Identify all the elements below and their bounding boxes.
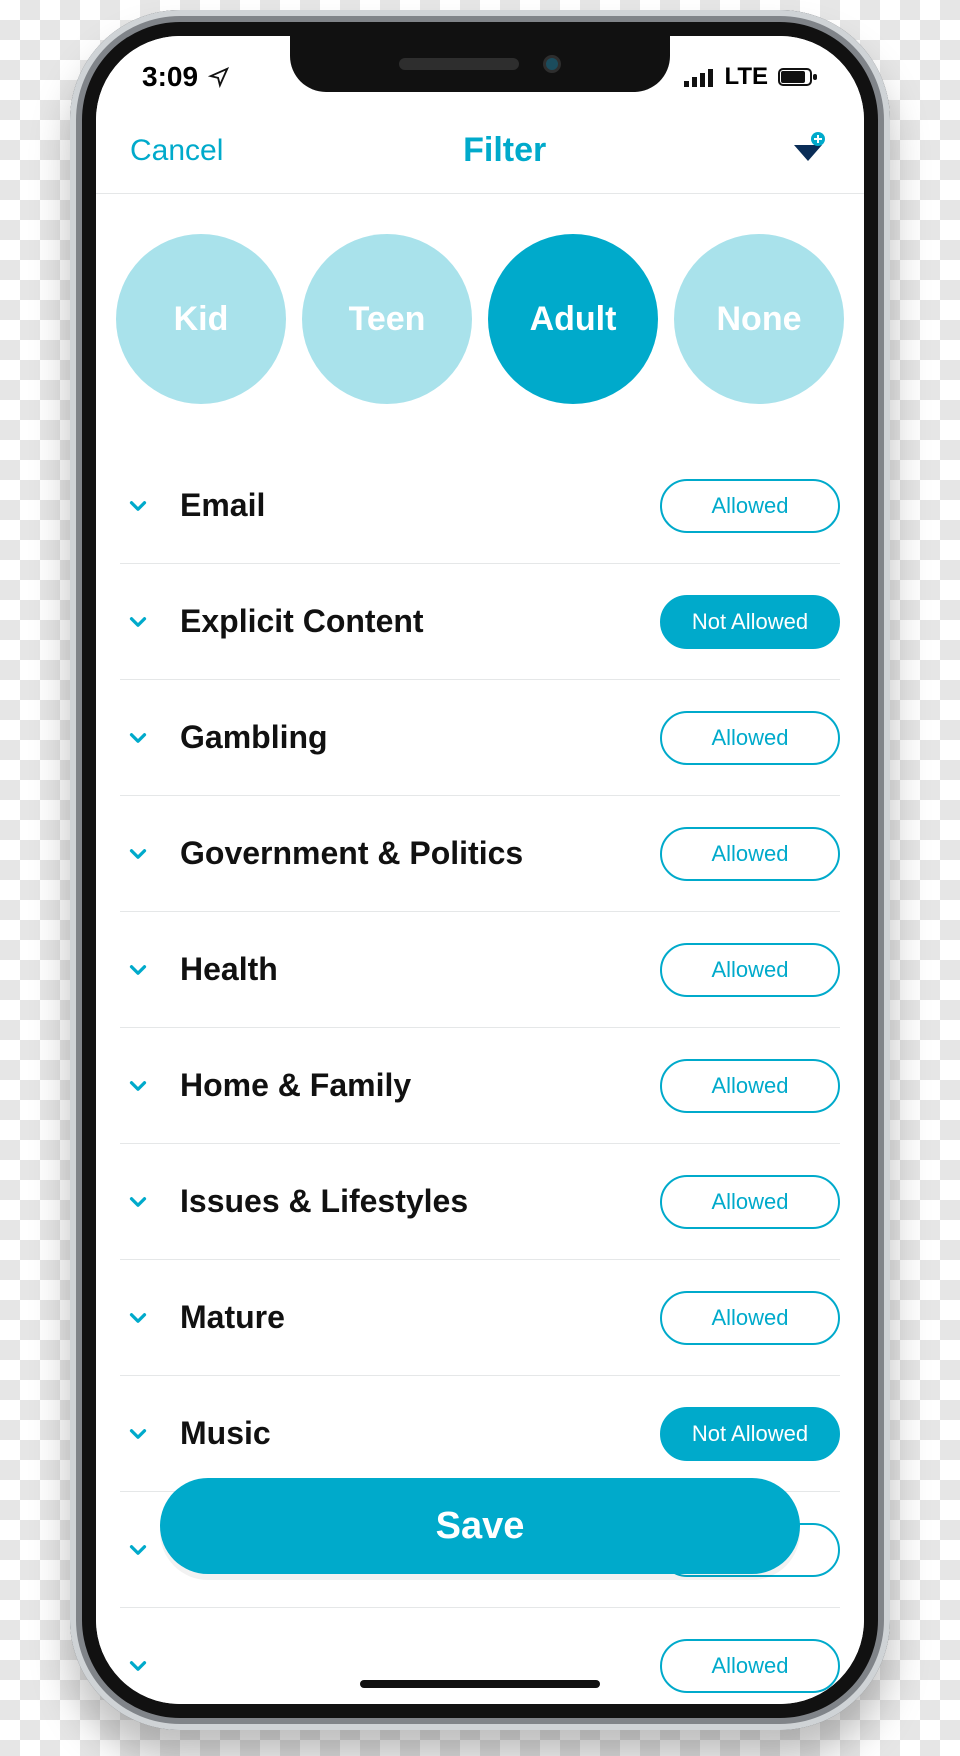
profile-chip-teen[interactable]: Teen: [302, 234, 472, 404]
category-label: Mature: [180, 1299, 636, 1336]
notch: [290, 36, 670, 92]
category-row-music: Music Not Allowed: [120, 1376, 840, 1492]
chevron-down-icon[interactable]: [120, 1421, 156, 1447]
category-label: Explicit Content: [180, 603, 636, 640]
chevron-down-icon[interactable]: [120, 1653, 156, 1679]
allowed-pill[interactable]: Allowed: [660, 1639, 840, 1693]
chevron-down-icon[interactable]: [120, 841, 156, 867]
clock: 3:09: [142, 61, 198, 93]
not-allowed-pill[interactable]: Not Allowed: [660, 1407, 840, 1461]
chevron-down-icon[interactable]: [120, 1305, 156, 1331]
category-row-row-10: Allowed: [120, 1608, 840, 1704]
allowed-pill[interactable]: Allowed: [660, 479, 840, 533]
phone-frame: 3:09 LTE: [70, 10, 890, 1730]
category-row-mature: Mature Allowed: [120, 1260, 840, 1376]
category-label: Issues & Lifestyles: [180, 1183, 636, 1220]
category-label: Government & Politics: [180, 835, 636, 872]
screen: 3:09 LTE: [96, 36, 864, 1704]
not-allowed-pill[interactable]: Not Allowed: [660, 595, 840, 649]
profile-chip-adult[interactable]: Adult: [488, 234, 658, 404]
allowed-pill[interactable]: Allowed: [660, 711, 840, 765]
nav-bar: Cancel Filter: [96, 108, 864, 194]
category-row-government-politics: Government & Politics Allowed: [120, 796, 840, 912]
allowed-pill[interactable]: Allowed: [660, 943, 840, 997]
allowed-pill[interactable]: Allowed: [660, 1175, 840, 1229]
location-icon: [208, 66, 230, 88]
chevron-down-icon[interactable]: [120, 1537, 156, 1563]
category-label: Music: [180, 1415, 636, 1452]
network-label: LTE: [724, 63, 768, 91]
cancel-button[interactable]: Cancel: [130, 134, 223, 168]
signal-icon: [684, 67, 714, 87]
add-filter-icon[interactable]: [786, 129, 830, 173]
chevron-down-icon[interactable]: [120, 725, 156, 751]
battery-icon: [778, 67, 818, 87]
allowed-pill[interactable]: Allowed: [660, 1059, 840, 1113]
category-label: Home & Family: [180, 1067, 636, 1104]
category-label: Email: [180, 487, 636, 524]
front-camera: [543, 55, 561, 73]
profile-chip-none[interactable]: None: [674, 234, 844, 404]
category-row-gambling: Gambling Allowed: [120, 680, 840, 796]
allowed-pill[interactable]: Allowed: [660, 1291, 840, 1345]
save-button[interactable]: Save: [160, 1478, 800, 1574]
profile-chip-kid[interactable]: Kid: [116, 234, 286, 404]
chevron-down-icon[interactable]: [120, 493, 156, 519]
category-label: Gambling: [180, 719, 636, 756]
page-title: Filter: [463, 131, 546, 170]
speaker-grille: [399, 58, 519, 70]
chevron-down-icon[interactable]: [120, 1189, 156, 1215]
chevron-down-icon[interactable]: [120, 609, 156, 635]
category-label: Health: [180, 951, 636, 988]
category-row-email: Email Allowed: [120, 448, 840, 564]
category-row-issues-lifestyles: Issues & Lifestyles Allowed: [120, 1144, 840, 1260]
category-row-home-family: Home & Family Allowed: [120, 1028, 840, 1144]
chevron-down-icon[interactable]: [120, 957, 156, 983]
profile-selector: KidTeenAdultNone: [96, 194, 864, 448]
allowed-pill[interactable]: Allowed: [660, 827, 840, 881]
chevron-down-icon[interactable]: [120, 1073, 156, 1099]
category-row-health: Health Allowed: [120, 912, 840, 1028]
home-indicator[interactable]: [360, 1680, 600, 1688]
category-row-explicit-content: Explicit Content Not Allowed: [120, 564, 840, 680]
